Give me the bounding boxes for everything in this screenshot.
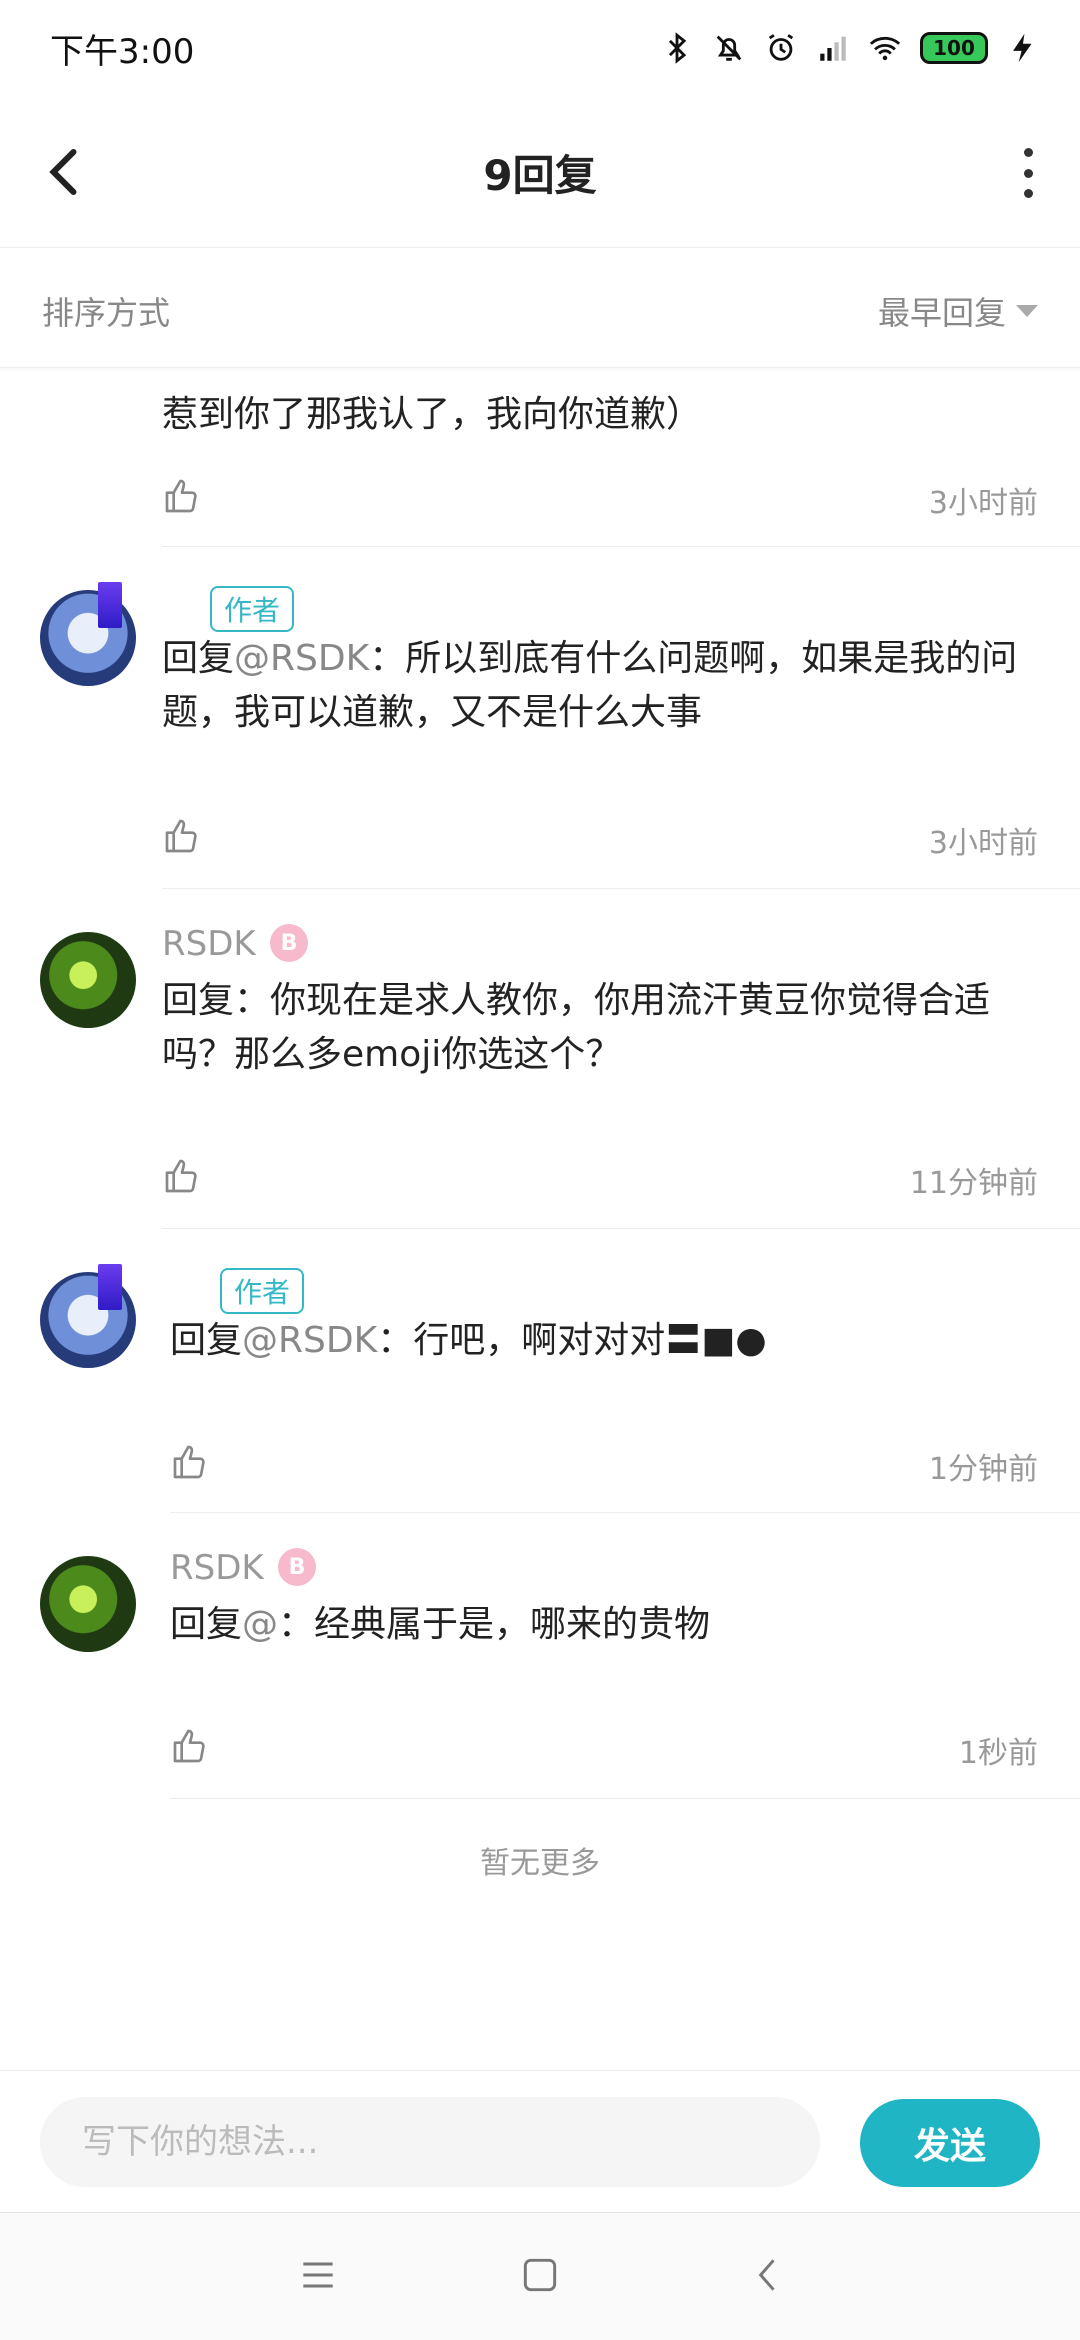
author-tag: 作者: [210, 586, 295, 632]
list-item: RSDK B 回复：你现在是求人教你，你用流汗黄豆你觉得合适吗？那么多emoji…: [0, 890, 1080, 1230]
hd-signal-icon: [820, 36, 846, 61]
reply-prefix: 回复: [170, 1604, 243, 1645]
comment-text: 回复@RSDK：所以到底有什么问题啊，如果是我的问题，我可以道歉，又不是什么大事: [162, 632, 1042, 740]
avatar[interactable]: [40, 1556, 136, 1652]
charging-icon: [1013, 33, 1032, 63]
mention[interactable]: @RSDK: [234, 638, 369, 679]
avatar-frame-flag: [98, 582, 122, 628]
reply-prefix: 回复: [162, 980, 235, 1021]
mute-bell-icon: [716, 35, 742, 61]
author-tag: 作者: [220, 1268, 305, 1314]
avatar-frame-flag: [98, 1264, 122, 1310]
page-title: 9回复: [483, 151, 597, 200]
comment-time: 3小时前: [928, 826, 1038, 861]
divider: [162, 546, 1080, 547]
caret-down-icon: [1016, 305, 1038, 317]
avatar[interactable]: [40, 932, 136, 1028]
reply-body: ：行吧，啊对对对〓■●: [377, 1320, 767, 1361]
system-nav-bar: [0, 2212, 1080, 2340]
status-icons: 100: [660, 31, 1040, 65]
comment-time: 1分钟前: [928, 1452, 1038, 1487]
thumbs-up-icon[interactable]: [162, 1156, 202, 1196]
author-name[interactable]: RSDK: [170, 1548, 264, 1588]
comment-input-bar: 发送: [0, 2070, 1080, 2212]
reply-body: ：你现在是求人教你，你用流汗黄豆你觉得合适吗？那么多emoji你选这个？: [162, 980, 991, 1075]
divider: [170, 1512, 1080, 1513]
list-item: 作者 回复@RSDK：所以到底有什么问题啊，如果是我的问题，我可以道歉，又不是什…: [0, 548, 1080, 890]
sort-dropdown[interactable]: 最早回复: [878, 288, 1038, 334]
thumbs-up-icon[interactable]: [162, 476, 202, 516]
sort-label: 排序方式: [42, 294, 171, 332]
comment-time: 11分钟前: [909, 1166, 1038, 1201]
comment-time: 3小时前: [928, 486, 1038, 521]
send-button[interactable]: 发送: [860, 2099, 1040, 2187]
back-icon[interactable]: [746, 2253, 790, 2297]
title-bar: 9回复: [0, 96, 1080, 248]
battery-icon: 100: [920, 32, 988, 64]
comment-input[interactable]: [40, 2097, 820, 2187]
thumbs-up-icon[interactable]: [162, 816, 202, 856]
list-item: 惹到你了那我认了，我向你道歉） 3小时前: [0, 368, 1080, 548]
divider: [162, 1228, 1080, 1229]
reply-prefix: 回复: [162, 638, 235, 679]
comment-text: 回复@RSDK：行吧，啊对对对〓■●: [170, 1314, 1050, 1368]
reply-prefix: 回复: [170, 1320, 243, 1361]
divider: [170, 1798, 1080, 1799]
list-item: RSDK B 回复@：经典属于是，哪来的贵物 1秒前: [0, 1514, 1080, 1800]
home-icon[interactable]: [518, 2253, 562, 2297]
menu-icon[interactable]: [296, 2253, 340, 2297]
thumbs-up-icon[interactable]: [170, 1726, 210, 1766]
divider: [162, 888, 1080, 889]
level-badge: B: [270, 924, 308, 962]
bluetooth-icon: [668, 32, 687, 64]
mention[interactable]: @RSDK: [242, 1320, 377, 1361]
list-item: 作者 回复@RSDK：行吧，啊对对对〓■● 1分钟前: [0, 1230, 1080, 1514]
level-badge: B: [278, 1548, 316, 1586]
wifi-icon: [869, 36, 901, 61]
comment-list[interactable]: 惹到你了那我认了，我向你道歉） 3小时前 作者 回复@RSDK：所以到底有什么问…: [0, 368, 1080, 2068]
comment-time: 1秒前: [958, 1736, 1038, 1771]
author-name[interactable]: RSDK: [162, 924, 256, 964]
comment-text: 回复：你现在是求人教你，你用流汗黄豆你觉得合适吗？那么多emoji你选这个？: [162, 974, 1042, 1082]
comment-text: 惹到你了那我认了，我向你道歉）: [162, 394, 703, 435]
status-bar: 下午3:00 100: [0, 0, 1080, 96]
status-time: 下午3:00: [50, 31, 195, 72]
sort-selected-value: 最早回复: [877, 294, 1006, 332]
thumbs-up-icon[interactable]: [170, 1442, 210, 1482]
comment-text: 回复@：经典属于是，哪来的贵物: [170, 1598, 1050, 1652]
reply-body: ：经典属于是，哪来的贵物: [278, 1604, 711, 1645]
sort-bar: 排序方式 最早回复: [0, 248, 1080, 368]
alarm-icon: [768, 34, 794, 61]
mention[interactable]: @: [242, 1604, 278, 1645]
end-of-list-note: 暂无更多: [480, 1846, 600, 1881]
more-vertical-icon[interactable]: [1016, 148, 1040, 198]
